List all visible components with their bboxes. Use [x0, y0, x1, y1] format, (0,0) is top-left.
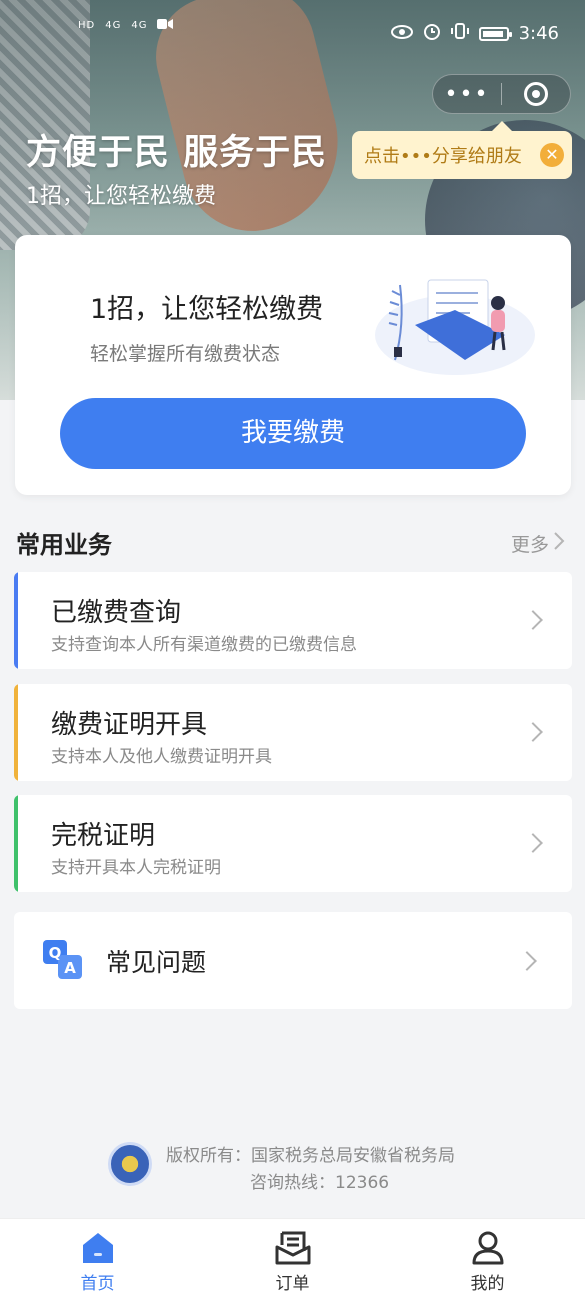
chevron-right-icon [523, 610, 543, 630]
accent-bar [14, 684, 18, 781]
share-tip: 点击•••分享给朋友 ✕ [352, 121, 572, 179]
more-menu-button[interactable]: ••• [433, 82, 501, 107]
svg-text:A: A [64, 959, 76, 977]
section-title: 常用业务 [16, 531, 112, 559]
tab-label: 我的 [470, 1274, 505, 1294]
card-title: 1招，让您轻松缴费 [90, 294, 324, 325]
clock-time: 3:46 [518, 23, 559, 44]
close-icon[interactable]: ✕ [540, 143, 564, 167]
service-tax-certificate[interactable]: 完税证明 支持开具本人完税证明 [14, 795, 572, 892]
chevron-right-icon [523, 722, 543, 742]
status-right: 3:46 [390, 22, 559, 45]
close-miniprogram-button[interactable] [502, 82, 570, 106]
card-desc: 轻松掌握所有缴费状态 [90, 343, 281, 365]
pay-button[interactable]: 我要缴费 [60, 398, 526, 469]
service-info: 支持查询本人所有渠道缴费的已缴费信息 [51, 635, 357, 655]
tab-label: 首页 [80, 1274, 115, 1294]
signal-icon: 4G [105, 20, 122, 31]
faq-label: 常见问题 [106, 948, 207, 977]
chevron-right-icon [523, 833, 543, 853]
accent-bar [14, 795, 18, 892]
payment-illustration [375, 279, 535, 375]
more-link[interactable]: 更多 [511, 530, 565, 557]
more-link-label: 更多 [510, 534, 549, 556]
status-left: HD 4G 4G [78, 18, 174, 33]
target-icon [523, 82, 548, 106]
tab-orders[interactable]: 订单 [195, 1219, 390, 1299]
service-name: 完税证明 [51, 821, 156, 851]
signal-icon-2: 4G [131, 20, 148, 31]
service-paid-query[interactable]: 已缴费查询 支持查询本人所有渠道缴费的已缴费信息 [14, 572, 572, 669]
status-bar: HD 4G 4G 3:46 [0, 0, 585, 70]
tab-home[interactable]: 首页 [0, 1219, 195, 1299]
vibrate-icon [450, 22, 469, 45]
profile-icon [472, 1231, 503, 1265]
service-info: 支持开具本人完税证明 [51, 858, 221, 878]
payment-card: 1招，让您轻松缴费 轻松掌握所有缴费状态 我要缴费 [15, 235, 571, 495]
chevron-right-icon [553, 531, 565, 556]
service-payment-certificate[interactable]: 缴费证明开具 支持本人及他人缴费证明开具 [14, 684, 572, 781]
hotline-text: 咨询热线：12366 [250, 1173, 390, 1193]
service-name: 缴费证明开具 [51, 710, 208, 740]
home-icon [82, 1233, 113, 1263]
tab-profile[interactable]: 我的 [390, 1219, 585, 1299]
accent-bar [14, 572, 18, 669]
tax-bureau-emblem [108, 1142, 152, 1186]
video-icon [157, 18, 174, 33]
hero-title: 方便于民 服务于民 [26, 133, 328, 173]
hd-indicator: HD [78, 20, 96, 31]
chevron-right-icon [517, 951, 537, 971]
battery-icon [478, 26, 512, 41]
eye-icon [390, 23, 413, 44]
tab-label: 订单 [275, 1274, 310, 1294]
service-info: 支持本人及他人缴费证明开具 [51, 747, 272, 767]
miniprogram-capsule: ••• [432, 74, 571, 114]
svg-text:Q: Q [49, 944, 62, 962]
share-tip-text: 点击•••分享给朋友 [364, 146, 522, 167]
hero-subtitle: 1招，让您轻松缴费 [26, 184, 216, 209]
alarm-icon [423, 22, 441, 45]
copyright-text: 版权所有：国家税务总局安徽省税务局 [166, 1146, 455, 1166]
faq-entry[interactable]: Q A 常见问题 [14, 912, 572, 1009]
footer: 版权所有：国家税务总局安徽省税务局 咨询热线：12366 [0, 1135, 585, 1195]
tab-bar: 首页 订单 我的 [0, 1218, 585, 1299]
order-icon [275, 1231, 310, 1265]
qa-icon: Q A [43, 940, 82, 979]
service-name: 已缴费查询 [51, 598, 182, 628]
